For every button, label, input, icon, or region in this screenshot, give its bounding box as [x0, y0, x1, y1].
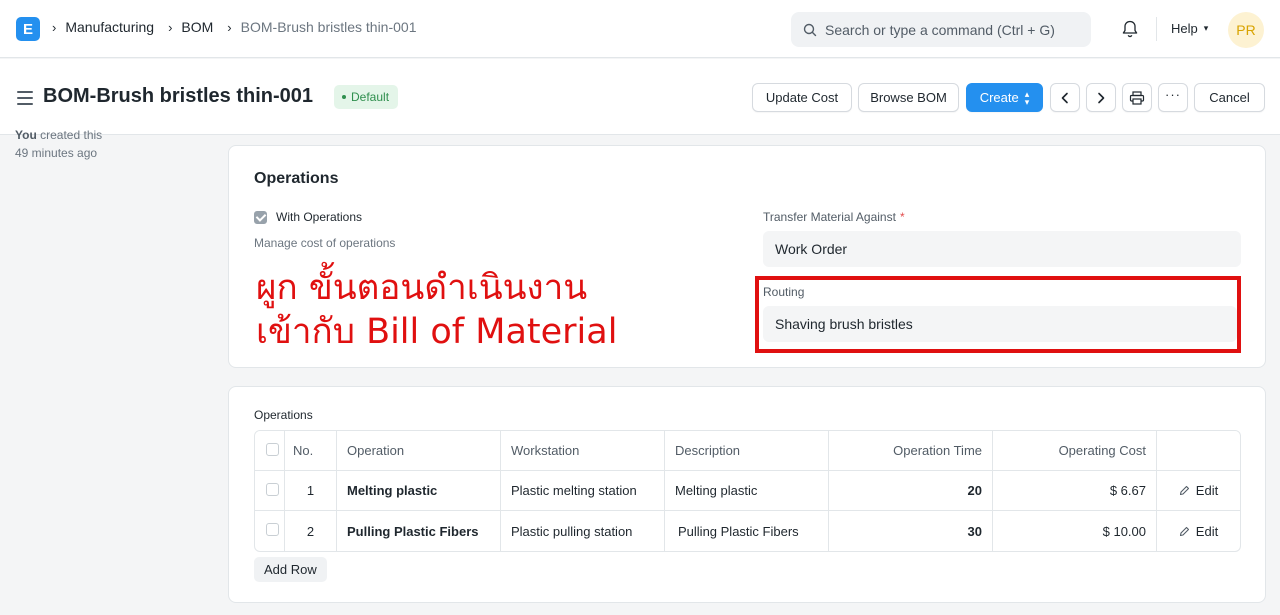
app-logo[interactable]: E: [16, 17, 40, 41]
previous-record-button[interactable]: [1050, 83, 1080, 112]
chevron-right-icon: ›: [227, 19, 232, 35]
edit-cell: Edit: [1157, 471, 1240, 511]
printer-icon: [1129, 90, 1145, 105]
operations-table-section: Operations No. Operation Workstation Des…: [228, 386, 1266, 603]
description-cell[interactable]: Melting plastic: [665, 471, 829, 511]
status-dot-icon: [342, 95, 346, 99]
chevron-right-icon: ›: [52, 19, 57, 35]
operation-time-cell[interactable]: 30: [829, 511, 993, 551]
column-header-operation: Operation: [337, 431, 501, 471]
search-icon: [803, 23, 817, 36]
required-mark: *: [899, 210, 905, 224]
row-select-cell: [255, 471, 285, 511]
row-select-cell: [255, 511, 285, 551]
print-button[interactable]: [1122, 83, 1152, 112]
avatar[interactable]: PR: [1228, 12, 1264, 48]
transfer-material-label-text: Transfer Material Against: [763, 210, 896, 224]
workstation-cell[interactable]: Plastic melting station: [501, 471, 665, 511]
breadcrumb-current[interactable]: BOM-Brush bristles thin-001: [241, 19, 417, 35]
table-row[interactable]: 2 Pulling Plastic Fibers Plastic pulling…: [255, 511, 1240, 551]
table-row[interactable]: 1 Melting plastic Plastic melting statio…: [255, 471, 1240, 511]
with-operations-description: Manage cost of operations: [254, 236, 396, 250]
column-header-description: Description: [665, 431, 829, 471]
chevron-down-icon: ▾: [1203, 23, 1209, 33]
chevron-left-icon: [1061, 92, 1068, 103]
operation-cell[interactable]: Pulling Plastic Fibers: [337, 511, 501, 551]
operation-time-cell[interactable]: 20: [829, 471, 993, 511]
created-time: 49 minutes ago: [15, 146, 98, 160]
created-text: created this: [40, 128, 103, 142]
column-header-actions: [1157, 431, 1240, 471]
column-header-operating-cost: Operating Cost: [993, 431, 1157, 471]
search-placeholder: Search or type a command (Ctrl + G): [825, 21, 1055, 38]
chevron-right-icon: [1098, 92, 1105, 103]
operations-table-label: Operations: [254, 408, 313, 422]
breadcrumb-bom[interactable]: BOM: [181, 19, 213, 35]
column-header-operation-time: Operation Time: [829, 431, 993, 471]
with-operations-field: With Operations: [254, 210, 362, 224]
browse-bom-button[interactable]: Browse BOM: [858, 83, 959, 112]
edit-row-button[interactable]: Edit: [1167, 483, 1230, 498]
update-cost-button[interactable]: Update Cost: [752, 83, 852, 112]
section-title: Operations: [254, 170, 339, 187]
operations-grid: No. Operation Workstation Description Op…: [254, 430, 1241, 552]
operation-cell[interactable]: Melting plastic: [337, 471, 501, 511]
created-info: You created this 49 minutes ago: [15, 126, 102, 162]
transfer-material-input[interactable]: Work Order: [763, 231, 1241, 267]
select-arrows-icon: ▴ ▾: [1024, 88, 1030, 107]
transfer-material-label: Transfer Material Against *: [763, 210, 905, 224]
pencil-icon: [1179, 485, 1189, 496]
page-title: BOM-Brush bristles thin-001: [43, 85, 314, 107]
edit-label: Edit: [1195, 483, 1219, 498]
status-badge: Default: [334, 85, 399, 109]
created-by: You: [15, 128, 37, 142]
bell-icon[interactable]: [1121, 19, 1139, 42]
more-actions-button[interactable]: ···: [1158, 83, 1188, 112]
row-number: 2: [285, 511, 337, 551]
create-button-label: Create: [979, 90, 1019, 105]
pencil-icon: [1179, 526, 1189, 536]
status-badge-label: Default: [351, 90, 390, 104]
create-button[interactable]: Create ▴ ▾: [966, 83, 1043, 112]
column-header-no: No.: [285, 431, 337, 471]
operations-table: No. Operation Workstation Description Op…: [255, 431, 1240, 551]
edit-label: Edit: [1195, 523, 1219, 539]
cancel-button[interactable]: Cancel: [1194, 83, 1265, 112]
operating-cost-cell[interactable]: $ 10.00: [993, 511, 1157, 551]
sidebar-toggle-icon[interactable]: [17, 91, 33, 109]
top-navbar: E › Manufacturing › BOM › BOM-Brush bris…: [0, 0, 1280, 58]
operating-cost-cell[interactable]: $ 6.67: [993, 471, 1157, 511]
description-cell[interactable]: Pulling Plastic Fibers: [665, 511, 829, 551]
with-operations-label: With Operations: [276, 210, 363, 224]
edit-row-button[interactable]: Edit: [1167, 524, 1230, 539]
table-header-row: No. Operation Workstation Description Op…: [255, 431, 1240, 471]
page-head: BOM-Brush bristles thin-001 Default Upda…: [0, 59, 1280, 135]
annotation-text: ผูก ขั้นตอนดำเนินงาน เข้ากับ Bill of Mat…: [256, 266, 617, 354]
edit-cell: Edit: [1157, 511, 1240, 551]
help-label: Help: [1171, 21, 1198, 36]
chevron-right-icon: ›: [168, 19, 173, 35]
annotation-line-1: ผูก ขั้นตอนดำเนินงาน: [256, 268, 588, 308]
annotation-line-2: เข้ากับ Bill of Material: [256, 312, 618, 352]
row-number: 1: [285, 471, 337, 511]
row-checkbox[interactable]: [266, 523, 279, 536]
with-operations-checkbox[interactable]: [254, 210, 267, 224]
column-header-workstation: Workstation: [501, 431, 665, 471]
breadcrumb-manufacturing[interactable]: Manufacturing: [65, 19, 154, 35]
operations-section: Operations With Operations Manage cost o…: [228, 145, 1266, 368]
breadcrumb: › Manufacturing › BOM › BOM-Brush bristl…: [52, 19, 416, 35]
add-row-button[interactable]: Add Row: [254, 557, 327, 582]
select-all-cell: [255, 431, 285, 471]
more-dots-icon: ···: [1165, 87, 1181, 102]
nav-divider: [1156, 17, 1157, 41]
search-input[interactable]: Search or type a command (Ctrl + G): [791, 12, 1091, 47]
workstation-cell[interactable]: Plastic pulling station: [501, 511, 665, 551]
select-all-checkbox[interactable]: [266, 442, 279, 456]
annotation-highlight-box: [755, 276, 1241, 353]
next-record-button[interactable]: [1086, 83, 1116, 112]
help-dropdown[interactable]: Help ▾: [1171, 21, 1208, 36]
row-checkbox[interactable]: [266, 482, 279, 496]
